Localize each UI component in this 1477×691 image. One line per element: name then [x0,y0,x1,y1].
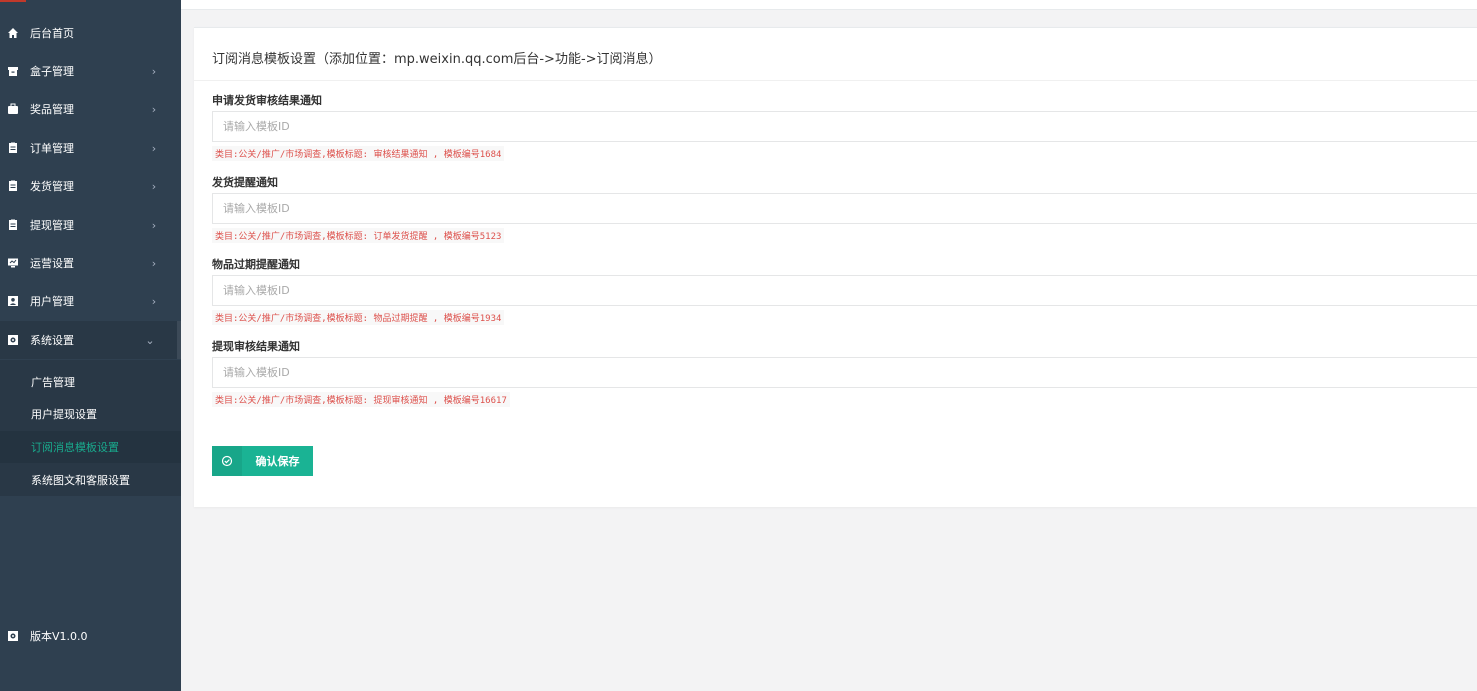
sidebar-item-label: 奖品管理 [30,103,74,116]
order-icon [7,142,19,154]
sidebar-item-label: 运营设置 [30,257,74,270]
sidebar-subitem-withdraw-settings[interactable]: 用户提现设置 [0,398,181,430]
field-label-item-expiry: 物品过期提醒通知 [212,258,300,271]
page-title: 订阅消息模板设置（添加位置：mp.weixin.qq.com后台->功能->订阅… [212,52,662,67]
chevron-right-icon: › [151,256,157,270]
sidebar-item-label: 后台首页 [30,27,74,40]
sidebar-subitem-label: 用户提现设置 [31,408,97,421]
gift-icon [7,103,19,115]
sidebar-item-label: 系统设置 [30,334,74,347]
sidebar-submenu-system-settings: 广告管理 用户提现设置 订阅消息模板设置 系统图文和客服设置 [0,360,181,496]
sidebar-item-system-settings[interactable]: 系统设置 ⌄ [0,321,181,359]
sidebar-subitem-label: 系统图文和客服设置 [31,474,130,487]
field-hint-withdraw-review: 类目:公关/推广/市场调查,模板标题: 提现审核通知 , 模板编号16617 [212,392,510,407]
chevron-right-icon: › [151,141,157,155]
sidebar-item-withdraw[interactable]: 提现管理 › [0,206,181,244]
sidebar-item-label: 盒子管理 [30,65,74,78]
sidebar-item-shipping[interactable]: 发货管理 › [0,167,181,205]
version-label: 版本V1.0.0 [30,630,88,643]
home-icon [7,27,19,39]
field-hint-review-result: 类目:公关/推广/市场调查,模板标题: 审核结果通知 , 模板编号1684 [212,146,505,161]
sidebar-subitem-system-media-service-settings[interactable]: 系统图文和客服设置 [0,464,181,496]
sidebar-subitem-label: 订阅消息模板设置 [31,441,119,454]
template-id-input-item-expiry[interactable] [212,275,1477,306]
gear-icon [7,334,19,346]
sidebar-item-operation[interactable]: 运营设置 › [0,244,181,282]
sidebar-subitem-subscribe-template-settings[interactable]: 订阅消息模板设置 [0,431,181,463]
field-hint-item-expiry: 类目:公关/推广/市场调查,模板标题: 物品过期提醒 , 模板编号1934 [212,310,505,325]
user-icon [7,295,19,307]
field-hint-shipping-reminder: 类目:公关/推广/市场调查,模板标题: 订单发货提醒 , 模板编号5123 [212,228,505,243]
template-id-input-withdraw-review[interactable] [212,357,1477,388]
sidebar-subitem-ad-management[interactable]: 广告管理 [0,366,181,398]
sidebar-item-label: 用户管理 [30,295,74,308]
field-label-review-result: 申请发货审核结果通知 [212,94,322,107]
sidebar-item-label: 订单管理 [30,142,74,155]
box-icon [7,65,19,77]
field-label-withdraw-review: 提现审核结果通知 [212,340,300,353]
shipping-icon [7,180,19,192]
save-button-label: 确认保存 [255,455,300,468]
sidebar-subitem-label: 广告管理 [31,376,75,389]
sidebar-item-home[interactable]: 后台首页 [0,14,181,52]
operation-icon [7,257,19,269]
sidebar-item-label: 发货管理 [30,180,74,193]
top-navbar [181,0,1477,10]
sidebar-version: 版本V1.0.0 [0,617,181,655]
field-label-shipping-reminder: 发货提醒通知 [212,176,278,189]
template-id-input-review-result[interactable] [212,111,1477,142]
sidebar-item-box[interactable]: 盒子管理 › [0,52,181,90]
template-id-input-shipping-reminder[interactable] [212,193,1477,224]
chevron-right-icon: › [151,218,157,232]
sidebar-item-order[interactable]: 订单管理 › [0,129,181,167]
sidebar-top-accent [0,0,26,2]
sidebar: 后台首页 盒子管理 › 奖品管理 › 订单管理 › 发货管理 › 提现管理 › … [0,0,181,691]
gear-icon [7,630,19,642]
chevron-right-icon: › [151,179,157,193]
sidebar-item-label: 提现管理 [30,219,74,232]
chevron-down-icon: ⌄ [145,333,155,347]
sidebar-item-prize[interactable]: 奖品管理 › [0,90,181,128]
chevron-right-icon: › [151,64,157,78]
chevron-right-icon: › [151,294,157,308]
chevron-right-icon: › [151,102,157,116]
title-divider [194,80,1477,81]
save-button[interactable]: 确认保存 [212,446,313,476]
settings-panel: 订阅消息模板设置（添加位置：mp.weixin.qq.com后台->功能->订阅… [194,27,1477,507]
check-circle-icon [212,446,242,476]
withdraw-icon [7,219,19,231]
sidebar-item-user[interactable]: 用户管理 › [0,282,181,320]
